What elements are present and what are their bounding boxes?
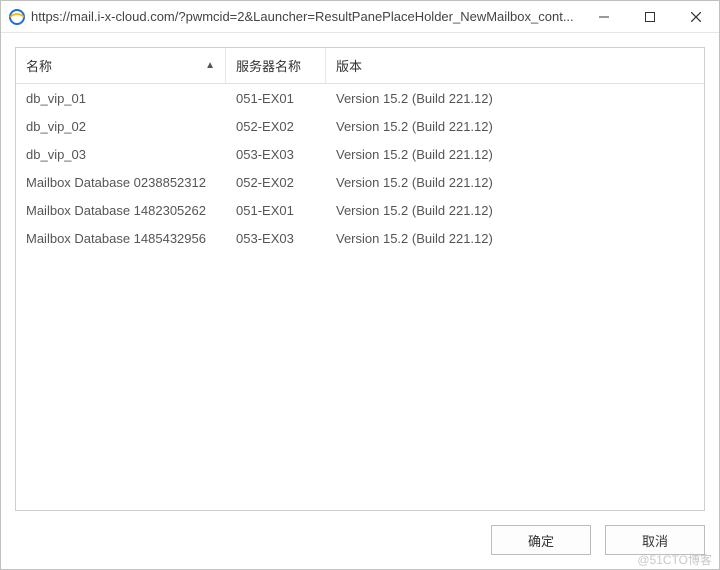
table-row[interactable]: db_vip_02052-EX02Version 15.2 (Build 221… bbox=[16, 112, 704, 140]
dialog-window: https://mail.i-x-cloud.com/?pwmcid=2&Lau… bbox=[0, 0, 720, 570]
cell-version: Version 15.2 (Build 221.12) bbox=[326, 231, 704, 246]
cell-server: 051-EX01 bbox=[226, 203, 326, 218]
ok-button[interactable]: 确定 bbox=[491, 525, 591, 555]
cell-name: db_vip_01 bbox=[16, 91, 226, 106]
cell-name: db_vip_02 bbox=[16, 119, 226, 134]
cell-name: Mailbox Database 0238852312 bbox=[16, 175, 226, 190]
column-header-name[interactable]: 名称 ▲ bbox=[16, 48, 226, 83]
ie-icon bbox=[9, 9, 25, 25]
cell-server: 053-EX03 bbox=[226, 147, 326, 162]
table-row[interactable]: Mailbox Database 1482305262051-EX01Versi… bbox=[16, 196, 704, 224]
cell-version: Version 15.2 (Build 221.12) bbox=[326, 119, 704, 134]
cell-server: 052-EX02 bbox=[226, 119, 326, 134]
column-header-label: 服务器名称 bbox=[236, 56, 301, 75]
cell-name: Mailbox Database 1485432956 bbox=[16, 231, 226, 246]
cell-version: Version 15.2 (Build 221.12) bbox=[326, 203, 704, 218]
table-header: 名称 ▲ 服务器名称 版本 bbox=[16, 48, 704, 84]
table-body: db_vip_01051-EX01Version 15.2 (Build 221… bbox=[16, 84, 704, 252]
titlebar: https://mail.i-x-cloud.com/?pwmcid=2&Lau… bbox=[1, 1, 719, 33]
cell-name: Mailbox Database 1482305262 bbox=[16, 203, 226, 218]
mailbox-table: 名称 ▲ 服务器名称 版本 db_vip_01051-EX01Version 1… bbox=[15, 47, 705, 511]
column-header-server[interactable]: 服务器名称 bbox=[226, 48, 326, 83]
table-row[interactable]: Mailbox Database 1485432956053-EX03Versi… bbox=[16, 224, 704, 252]
column-header-label: 名称 bbox=[26, 56, 52, 75]
cell-name: db_vip_03 bbox=[16, 147, 226, 162]
dialog-content: 名称 ▲ 服务器名称 版本 db_vip_01051-EX01Version 1… bbox=[1, 33, 719, 569]
dialog-buttons: 确定 取消 bbox=[15, 511, 705, 555]
cell-server: 051-EX01 bbox=[226, 91, 326, 106]
cancel-button[interactable]: 取消 bbox=[605, 525, 705, 555]
cell-version: Version 15.2 (Build 221.12) bbox=[326, 175, 704, 190]
minimize-button[interactable] bbox=[581, 1, 627, 32]
table-row[interactable]: Mailbox Database 0238852312052-EX02Versi… bbox=[16, 168, 704, 196]
cell-version: Version 15.2 (Build 221.12) bbox=[326, 91, 704, 106]
close-button[interactable] bbox=[673, 1, 719, 32]
window-controls bbox=[581, 1, 719, 32]
cell-server: 053-EX03 bbox=[226, 231, 326, 246]
cell-server: 052-EX02 bbox=[226, 175, 326, 190]
cell-version: Version 15.2 (Build 221.12) bbox=[326, 147, 704, 162]
sort-asc-icon: ▲ bbox=[199, 60, 215, 71]
column-header-version[interactable]: 版本 bbox=[326, 48, 704, 83]
table-row[interactable]: db_vip_03053-EX03Version 15.2 (Build 221… bbox=[16, 140, 704, 168]
table-row[interactable]: db_vip_01051-EX01Version 15.2 (Build 221… bbox=[16, 84, 704, 112]
window-title: https://mail.i-x-cloud.com/?pwmcid=2&Lau… bbox=[31, 9, 581, 24]
maximize-button[interactable] bbox=[627, 1, 673, 32]
column-header-label: 版本 bbox=[336, 56, 362, 75]
